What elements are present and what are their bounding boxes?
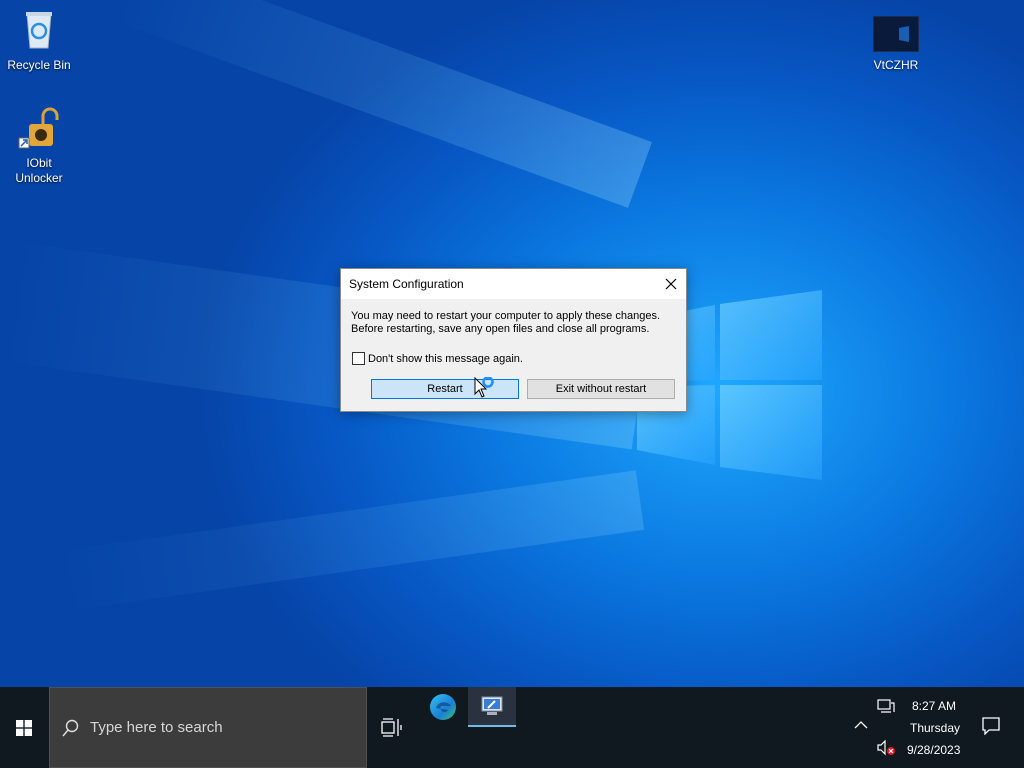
dont-show-again-label: Don't show this message again. — [368, 352, 523, 365]
recycle-bin-shortcut[interactable]: Recycle Bin — [0, 8, 78, 73]
dont-show-again-checkbox[interactable] — [352, 352, 365, 365]
start-button[interactable] — [0, 687, 48, 768]
recycle-bin-label: Recycle Bin — [7, 58, 71, 72]
system-configuration-dialog: System Configuration You may need to res… — [340, 268, 687, 412]
desktop: Recycle Bin IObit Unlocker VtCZHR System… — [0, 0, 1024, 687]
dialog-message-line1: You may need to restart your computer to… — [351, 310, 660, 322]
restart-button[interactable]: Restart — [371, 379, 519, 399]
taskbar: Type here to search 8:27 AM Thursday 9/2… — [0, 687, 1024, 768]
dialog-message-line2: Before restarting, save any open files a… — [351, 323, 650, 335]
exit-without-restart-button[interactable]: Exit without restart — [527, 379, 675, 399]
clock-date[interactable]: 9/28/2023 — [907, 743, 960, 757]
dialog-title: System Configuration — [349, 277, 464, 291]
iobit-unlocker-shortcut[interactable]: IObit Unlocker — [0, 106, 78, 186]
search-placeholder: Type here to search — [90, 719, 223, 736]
dont-show-again-row[interactable]: Don't show this message again. — [352, 352, 523, 365]
system-configuration-icon — [481, 696, 503, 715]
chevron-up-icon[interactable] — [854, 719, 868, 731]
edge-icon[interactable] — [428, 692, 458, 722]
clock-day[interactable]: Thursday — [910, 721, 960, 735]
volume-muted-icon[interactable] — [876, 740, 896, 756]
vtczhr-shortcut[interactable]: VtCZHR — [857, 15, 935, 73]
network-icon[interactable] — [877, 699, 895, 715]
close-icon — [665, 278, 677, 290]
notification-center-icon[interactable] — [982, 717, 1000, 735]
mouse-cursor-busy-icon — [474, 377, 494, 398]
wallpaper-beam — [111, 0, 652, 208]
vtczhr-label: VtCZHR — [873, 58, 919, 72]
dialog-message: You may need to restart your computer to… — [351, 310, 660, 336]
system-configuration-taskbar-button[interactable] — [468, 687, 516, 727]
windows-start-icon — [16, 719, 32, 736]
search-icon — [62, 719, 79, 736]
taskbar-search-box[interactable]: Type here to search — [49, 687, 367, 768]
recycle-bin-icon — [26, 12, 52, 49]
wallpaper-beam — [51, 470, 645, 612]
iobit-unlocker-icon — [18, 107, 59, 149]
clock-time[interactable]: 8:27 AM — [912, 699, 956, 713]
task-view-icon[interactable] — [378, 715, 404, 741]
close-button[interactable] — [656, 269, 686, 299]
vtczhr-thumbnail-icon — [872, 15, 920, 53]
dialog-titlebar[interactable]: System Configuration — [341, 269, 686, 299]
iobit-unlocker-label: IObit Unlocker — [15, 156, 63, 185]
